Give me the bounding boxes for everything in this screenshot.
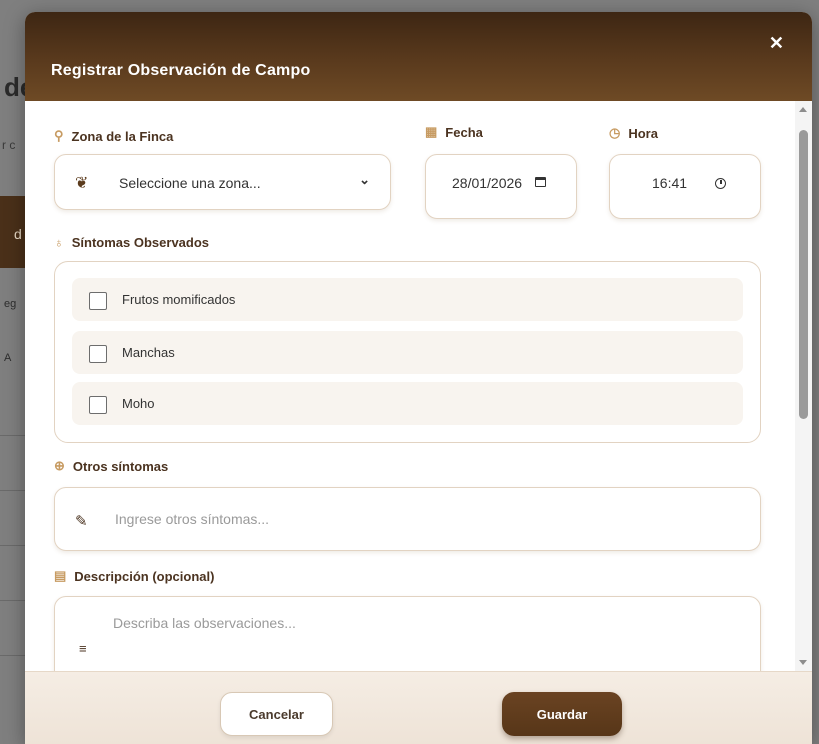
- otros-field: ✎: [54, 487, 761, 551]
- observation-modal: Registrar Observación de Campo ✕ ⚲ Zona …: [25, 12, 812, 744]
- checkbox[interactable]: [89, 292, 107, 310]
- modal-body: ⚲ Zona de la Finca ▦ Fecha ◷ Hora ❦ Sele…: [25, 101, 795, 671]
- calendar-picker-icon[interactable]: [535, 177, 546, 187]
- background-subtitle: r c: [2, 138, 16, 152]
- stethoscope-icon: ♁: [54, 235, 64, 250]
- cancel-button[interactable]: Cancelar: [220, 692, 333, 736]
- otros-input[interactable]: [115, 508, 735, 530]
- zona-select[interactable]: ❦ Seleccione una zona... ⌄: [54, 154, 391, 210]
- fecha-label-text: Fecha: [445, 124, 483, 140]
- modal-title: Registrar Observación de Campo: [51, 62, 311, 79]
- leaf-icon: ❦: [75, 175, 89, 192]
- hora-value: 16:41: [652, 175, 688, 191]
- otros-label: ⊕ Otros síntomas: [54, 458, 168, 474]
- chevron-down-icon: ⌄: [359, 172, 370, 187]
- zona-label: ⚲ Zona de la Finca: [54, 128, 173, 144]
- fecha-label: ▦ Fecha: [425, 124, 483, 140]
- otros-label-text: Otros síntomas: [72, 458, 169, 474]
- sintomas-label-text: Síntomas Observados: [71, 235, 210, 250]
- descripcion-label-text: Descripción (opcional): [74, 568, 215, 584]
- symptom-option[interactable]: Manchas: [72, 331, 743, 374]
- align-left-icon: ≡: [79, 641, 87, 656]
- modal-scrollbar[interactable]: [795, 101, 812, 671]
- modal-header: Registrar Observación de Campo ✕: [25, 12, 812, 101]
- background-text: A: [4, 352, 12, 364]
- sintomas-group: Frutos momificados Manchas Moho: [54, 261, 761, 443]
- hora-label-text: Hora: [628, 125, 658, 141]
- symptom-label: Manchas: [122, 345, 175, 360]
- document-icon: ▤: [54, 568, 67, 583]
- clock-picker-icon[interactable]: [715, 178, 726, 189]
- scroll-up-icon[interactable]: [799, 107, 807, 112]
- scroll-thumb[interactable]: [799, 130, 808, 419]
- zona-label-text: Zona de la Finca: [71, 128, 174, 144]
- hora-label: ◷ Hora: [609, 125, 658, 141]
- checkbox[interactable]: [89, 345, 107, 363]
- calendar-icon: ▦: [425, 124, 438, 139]
- scroll-down-icon[interactable]: [799, 660, 807, 665]
- clock-icon: ◷: [609, 125, 621, 140]
- save-button[interactable]: Guardar: [502, 692, 622, 736]
- descripcion-label: ▤ Descripción (opcional): [54, 568, 214, 584]
- descripcion-textarea[interactable]: [113, 615, 733, 671]
- map-pin-icon: ⚲: [54, 128, 64, 143]
- symptom-label: Moho: [122, 396, 155, 411]
- descripcion-field: ≡: [54, 596, 761, 671]
- symptom-label: Frutos momificados: [122, 292, 236, 307]
- sintomas-label: ♁ Síntomas Observados: [54, 235, 209, 250]
- pencil-icon: ✎: [75, 513, 88, 530]
- background-band-text: d: [14, 226, 22, 242]
- close-icon[interactable]: ✕: [769, 34, 784, 52]
- checkbox[interactable]: [89, 396, 107, 414]
- symptom-option[interactable]: Moho: [72, 382, 743, 425]
- plus-circle-icon: ⊕: [54, 458, 65, 473]
- fecha-input[interactable]: 28/01/2026: [425, 154, 577, 219]
- zona-select-value: Seleccione una zona...: [119, 175, 261, 191]
- symptom-option[interactable]: Frutos momificados: [72, 278, 743, 321]
- fecha-value: 28/01/2026: [452, 175, 523, 191]
- hora-input[interactable]: 16:41: [609, 154, 761, 219]
- modal-footer: Cancelar Guardar: [25, 671, 812, 744]
- background-text: eg: [4, 298, 17, 310]
